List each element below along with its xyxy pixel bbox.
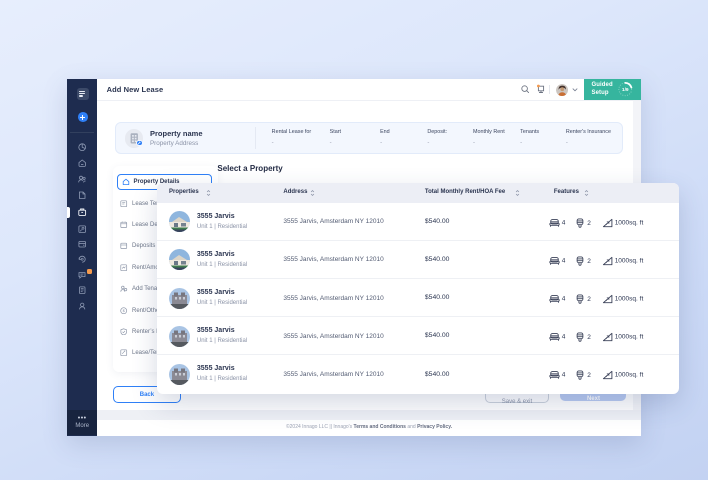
svg-text:$: $ [123,308,126,313]
svg-text:1/9: 1/9 [622,87,629,93]
